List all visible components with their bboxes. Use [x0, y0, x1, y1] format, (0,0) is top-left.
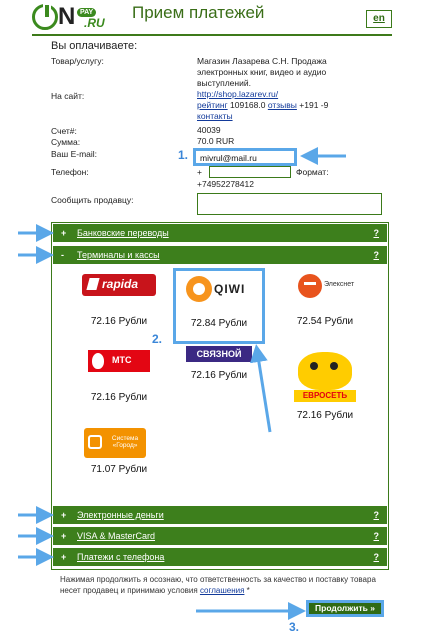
annotation-arrows	[18, 147, 346, 620]
arrow-qiwi	[249, 344, 272, 433]
